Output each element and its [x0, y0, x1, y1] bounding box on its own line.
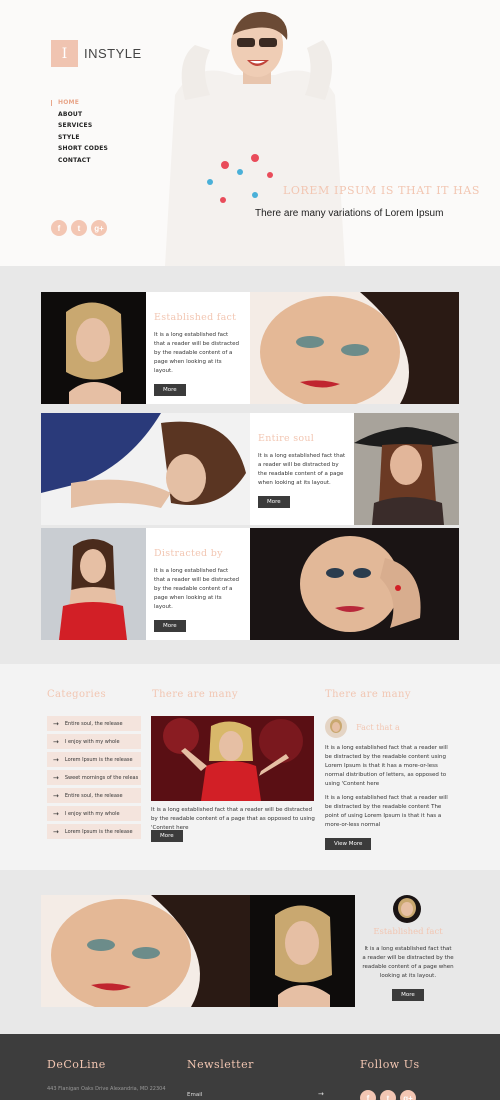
featured-title: Established fact	[373, 927, 443, 937]
facebook-icon[interactable]: f	[360, 1090, 376, 1100]
hero-section: I INSTYLE HOME ABOUT SERVICES STYLE SHOR…	[0, 0, 500, 266]
featured-more-button[interactable]: More	[392, 989, 424, 1001]
arrow-right-icon: →	[53, 827, 59, 836]
nav-item-short-codes[interactable]: SHORT CODES	[51, 146, 108, 152]
gallery-card-text: It is a long established fact that a rea…	[154, 568, 239, 610]
more-button[interactable]: More	[258, 496, 290, 508]
logo[interactable]: I INSTYLE	[51, 40, 142, 67]
twitter-icon[interactable]: t	[380, 1090, 396, 1100]
gallery-card-title: Established fact	[154, 312, 237, 323]
categories-list: → Entire soul, the release → I enjoy with …	[47, 716, 141, 842]
newsletter-heading: Newsletter	[187, 1058, 254, 1071]
photo-makeup-closeup-2	[41, 895, 250, 1007]
gallery-card-text: It is a long established fact that a rea…	[154, 332, 239, 374]
photo-blonde-portrait	[41, 292, 146, 404]
footer-address: 443 Flanigan Oaks Drive Alexandria, MD 2…	[47, 1086, 166, 1092]
hero-model-image	[165, 11, 345, 266]
gallery-card-text: It is a long established fact that a rea…	[258, 453, 346, 486]
arrow-right-icon: →	[53, 809, 59, 818]
follow-us-heading: Follow Us	[360, 1058, 420, 1071]
arrow-right-icon: →	[53, 791, 59, 800]
category-item[interactable]: → I enjoy with my whole	[47, 806, 141, 821]
right-para-2: It is a long established fact that a rea…	[325, 795, 448, 828]
more-button[interactable]: More	[154, 384, 186, 396]
gallery-card-title: Entire soul	[258, 433, 315, 444]
arrow-right-icon: →	[53, 737, 59, 746]
featured-section: Established fact It is a long establishe…	[0, 870, 500, 1034]
middle-more-button[interactable]: More	[151, 830, 183, 842]
featured-text: It is a long established fact that a rea…	[362, 946, 454, 979]
right-para-1: It is a long established fact that a rea…	[325, 745, 448, 787]
google-plus-icon[interactable]: g+	[91, 220, 107, 236]
category-item[interactable]: → Entire soul, the release	[47, 716, 141, 731]
nav-item-home[interactable]: HOME	[51, 100, 108, 106]
hero-subtitle: There are many variations of Lorem Ipsum	[255, 208, 444, 219]
photo-blonde-portrait-2	[250, 895, 355, 1007]
avatar-circle	[393, 895, 421, 923]
category-item[interactable]: → I enjoy with my whole	[47, 734, 141, 749]
google-plus-icon[interactable]: g+	[400, 1090, 416, 1100]
category-item[interactable]: → Lorem Ipsum is the release	[47, 824, 141, 839]
footer-brand-heading: DeCoLine	[47, 1058, 106, 1071]
avatar-thumb	[325, 716, 347, 738]
twitter-icon[interactable]: t	[71, 220, 87, 236]
gallery-section: Established fact It is a long establishe…	[0, 266, 500, 664]
newsletter-email-input[interactable]: Email	[187, 1092, 202, 1098]
logo-text: INSTYLE	[84, 46, 142, 61]
right-heading: There are many	[325, 689, 411, 700]
hero-social-links: f t g+	[51, 220, 111, 236]
middle-heading: There are many	[152, 689, 238, 700]
middle-text: It is a long established fact that a rea…	[151, 807, 315, 831]
view-more-button[interactable]: View More	[325, 838, 372, 850]
categories-heading: Categories	[47, 689, 106, 700]
nav-item-contact[interactable]: CONTACT	[51, 157, 108, 164]
arrow-right-icon: →	[53, 773, 59, 782]
main-nav: HOME ABOUT SERVICES STYLE SHORT CODES CO…	[51, 100, 108, 169]
arrow-right-icon: →	[53, 719, 59, 728]
featured-card: Established fact It is a long establishe…	[362, 927, 454, 1001]
gallery-card-2: Entire soul It is a long established fac…	[250, 413, 354, 525]
right-item-title: Fact that a	[356, 722, 400, 732]
photo-hand-face	[250, 528, 459, 640]
photo-red-party	[151, 716, 314, 801]
photo-reclining-woman	[41, 413, 250, 525]
photo-red-dress	[41, 528, 146, 640]
more-button[interactable]: More	[154, 620, 186, 632]
photo-makeup-closeup	[250, 292, 459, 404]
gallery-card-3: Distracted by It is a long established f…	[146, 528, 250, 640]
hero-tagline: LOREM IPSUM IS THAT IT HAS	[283, 184, 481, 197]
gallery-card-1: Established fact It is a long establishe…	[146, 292, 250, 404]
gallery-card-title: Distracted by	[154, 548, 223, 559]
category-item[interactable]: → Lorem Ipsum is the release	[47, 752, 141, 767]
nav-item-style[interactable]: STYLE	[51, 134, 108, 141]
footer: DeCoLine 443 Flanigan Oaks Drive Alexand…	[0, 1034, 500, 1100]
logo-mark: I	[51, 40, 78, 67]
category-item[interactable]: → Sweet mornings of the releas	[47, 770, 141, 785]
arrow-right-icon: →	[53, 755, 59, 764]
category-item[interactable]: → Entire soul, the release	[47, 788, 141, 803]
nav-item-about[interactable]: ABOUT	[51, 111, 108, 118]
right-column: Fact that a It is a long established fac…	[325, 716, 455, 850]
nav-item-services[interactable]: SERVICES	[51, 123, 108, 129]
facebook-icon[interactable]: f	[51, 220, 67, 236]
submit-arrow-icon[interactable]: →	[318, 1090, 324, 1098]
photo-hat-woman	[354, 413, 459, 525]
footer-social-links: f t g+	[360, 1090, 420, 1100]
